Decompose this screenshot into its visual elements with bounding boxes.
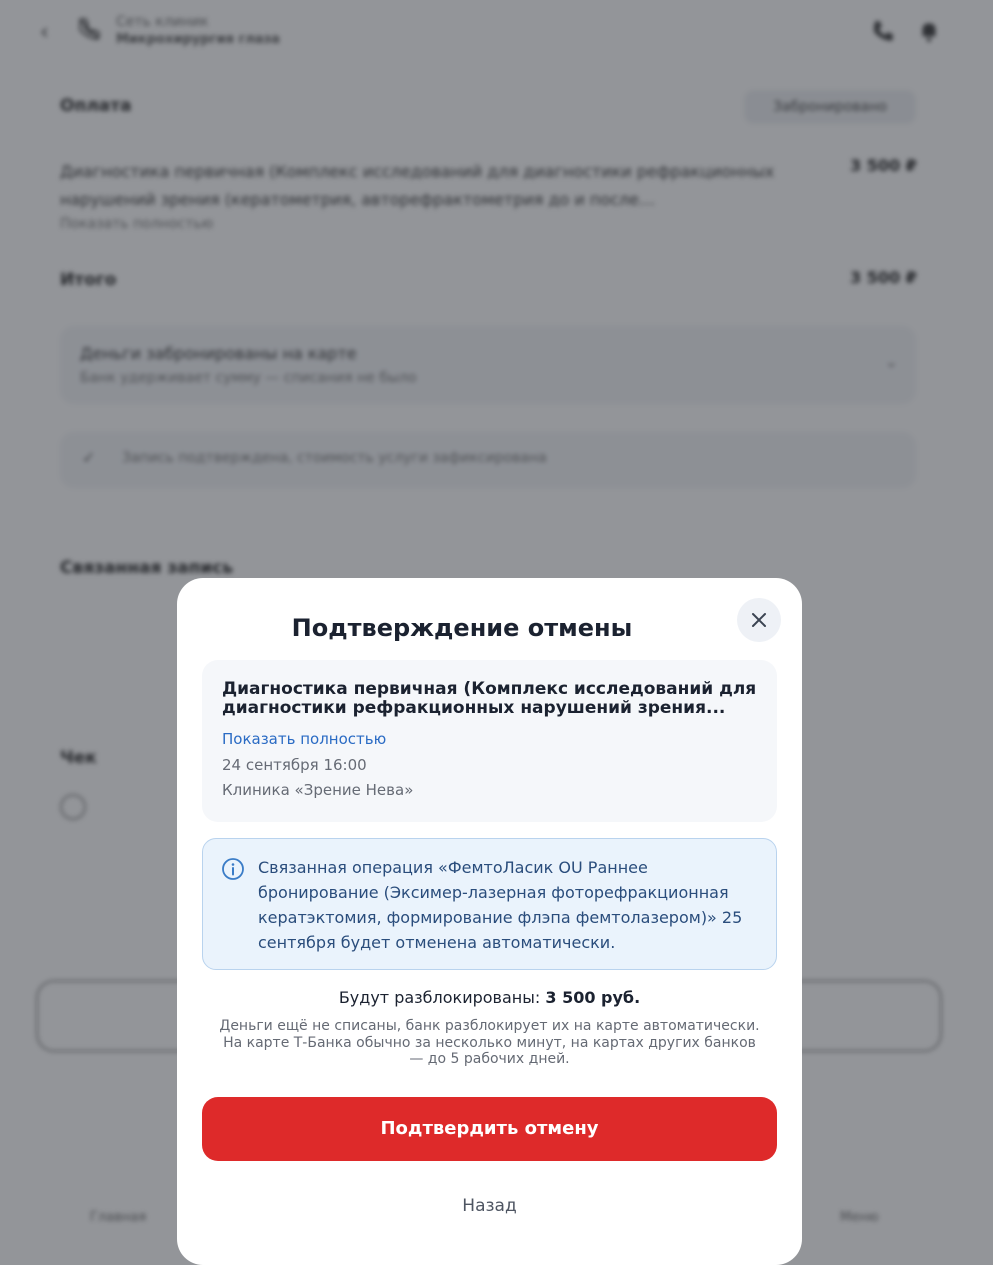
service-title: Диагностика первичная (Комплекс исследов… (222, 679, 757, 718)
info-icon (222, 858, 244, 880)
cancel-confirmation-modal: Подтверждение отмены Диагностика первичн… (177, 578, 802, 1265)
confirm-cancel-button[interactable]: Подтвердить отмену (202, 1097, 777, 1161)
notice-text: Связанная операция «ФемтоЛасик OU Раннее… (258, 858, 743, 952)
unlock-amount: 3 500 руб. (545, 988, 641, 1007)
linked-operation-notice: Связанная операция «ФемтоЛасик OU Раннее… (202, 838, 777, 970)
back-button[interactable]: Назад (177, 1196, 802, 1216)
service-summary: Диагностика первичная (Комплекс исследов… (202, 660, 777, 822)
unlock-note: Деньги ещё не списаны, банк разблокирует… (219, 1018, 760, 1067)
unlock-label: Будут разблокированы: (338, 988, 541, 1007)
appointment-date: 24 сентября 16:00 (222, 756, 367, 774)
unlock-summary: Будут разблокированы: 3 500 руб. (177, 988, 802, 1007)
modal-title: Подтверждение отмены (291, 614, 633, 642)
close-button[interactable] (737, 598, 781, 642)
show-full-link[interactable]: Показать полностью (222, 730, 386, 748)
clinic-name: Клиника «Зрение Нева» (222, 781, 414, 799)
close-icon (752, 613, 766, 627)
